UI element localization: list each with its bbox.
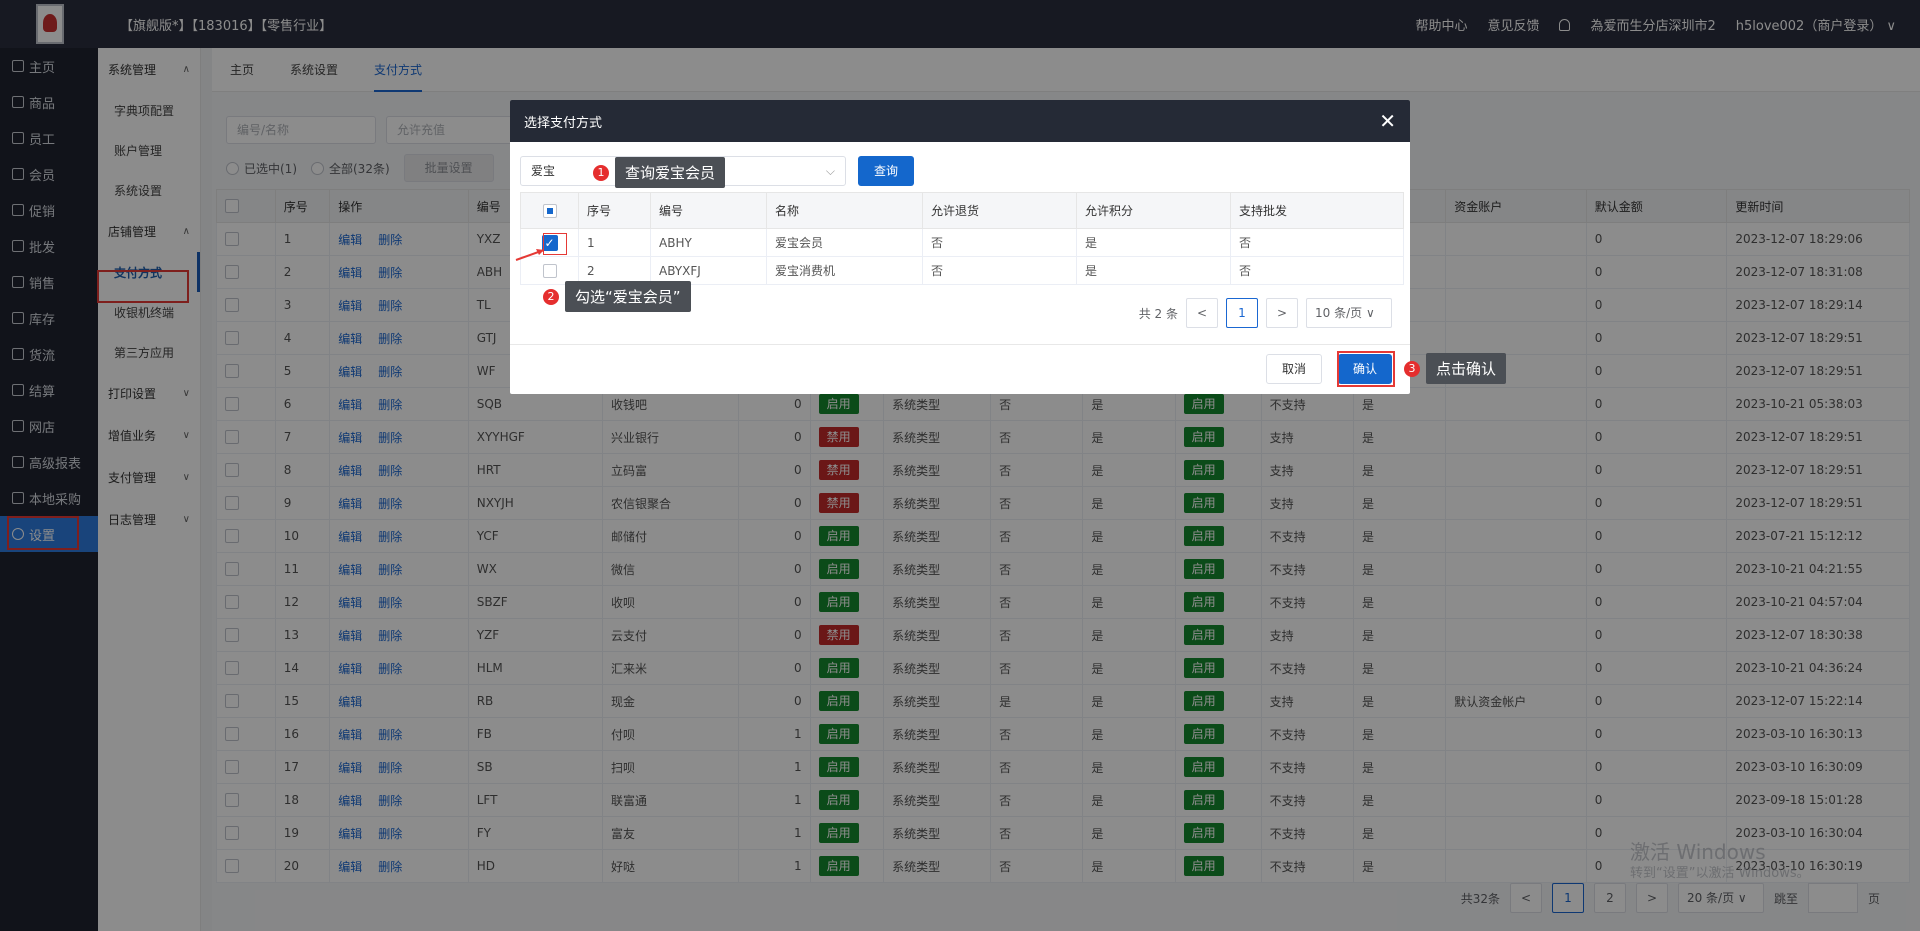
- column-header: 名称: [766, 192, 923, 229]
- cancel-button[interactable]: 取消: [1266, 354, 1322, 384]
- select-payment-dialog: 选择支付方式 ✕ 爱宝 ⌵ 查询 序号 编号 名称 允许退货 允许积分 支持批发 ✓ 1 ABH…: [510, 100, 1410, 394]
- step-label: 点击确认: [1426, 353, 1507, 384]
- dialog-cell: 爱宝消费机: [766, 256, 923, 285]
- callout-step-2: 2 勾选“爱宝会员”: [543, 281, 691, 312]
- page-size-select[interactable]: 10 条/页 ∨: [1306, 298, 1392, 328]
- dialog-cell: 否: [1230, 228, 1404, 257]
- step-number: 1: [593, 164, 609, 181]
- prev-page-button[interactable]: <: [1186, 298, 1218, 328]
- step-label: 查询爱宝会员: [615, 157, 726, 188]
- dialog-cell: 否: [922, 228, 1077, 257]
- next-page-button[interactable]: >: [1266, 298, 1298, 328]
- column-header: 序号: [578, 192, 651, 229]
- dialog-table: 序号 编号 名称 允许退货 允许积分 支持批发 ✓ 1 ABHY 爱宝会员否是否 2 ABYXFJ 爱…: [520, 192, 1404, 285]
- column-header: 允许积分: [1076, 192, 1231, 229]
- chevron-down-icon: ⌵: [825, 164, 835, 178]
- dialog-cell: 是: [1076, 228, 1231, 257]
- arrow-icon: [515, 249, 545, 261]
- callout-step-1: 1 查询爱宝会员: [593, 157, 726, 188]
- dialog-cell: 爱宝会员: [766, 228, 923, 257]
- dialog-row: ✓ 1 ABHY 爱宝会员否是否: [520, 228, 1404, 257]
- dialog-header: 选择支付方式 ✕: [510, 100, 1410, 142]
- step-number: 3: [1404, 360, 1420, 377]
- page-1-button[interactable]: 1: [1226, 298, 1258, 328]
- column-header: 支持批发: [1230, 192, 1404, 229]
- dialog-cell: 1: [578, 228, 651, 257]
- step-number: 2: [543, 288, 559, 305]
- dialog-cell: 是: [1076, 256, 1231, 285]
- query-button[interactable]: 查询: [858, 156, 914, 186]
- column-header: 编号: [650, 192, 767, 229]
- dialog-title: 选择支付方式: [524, 115, 603, 131]
- search-value: 爱宝: [531, 164, 556, 178]
- dialog-cell: 否: [922, 256, 1077, 285]
- close-icon[interactable]: ✕: [1379, 111, 1396, 131]
- row-checkbox[interactable]: [542, 263, 557, 278]
- callout-step-3: 3 点击确认: [1404, 353, 1507, 384]
- column-header: [520, 192, 579, 229]
- dialog-total: 共 2 条: [1138, 306, 1178, 321]
- step-label: 勾选“爱宝会员”: [565, 281, 691, 312]
- select-all-checkbox[interactable]: [542, 203, 557, 218]
- dialog-cell: ABHY: [650, 228, 767, 257]
- dialog-cell: 否: [1230, 256, 1404, 285]
- dialog-footer-divider: [510, 344, 1410, 345]
- column-header: 允许退货: [922, 192, 1077, 229]
- dialog-pager: 共 2 条 < 1 > 10 条/页 ∨: [1139, 298, 1392, 328]
- highlight-confirm-box: [1337, 351, 1395, 387]
